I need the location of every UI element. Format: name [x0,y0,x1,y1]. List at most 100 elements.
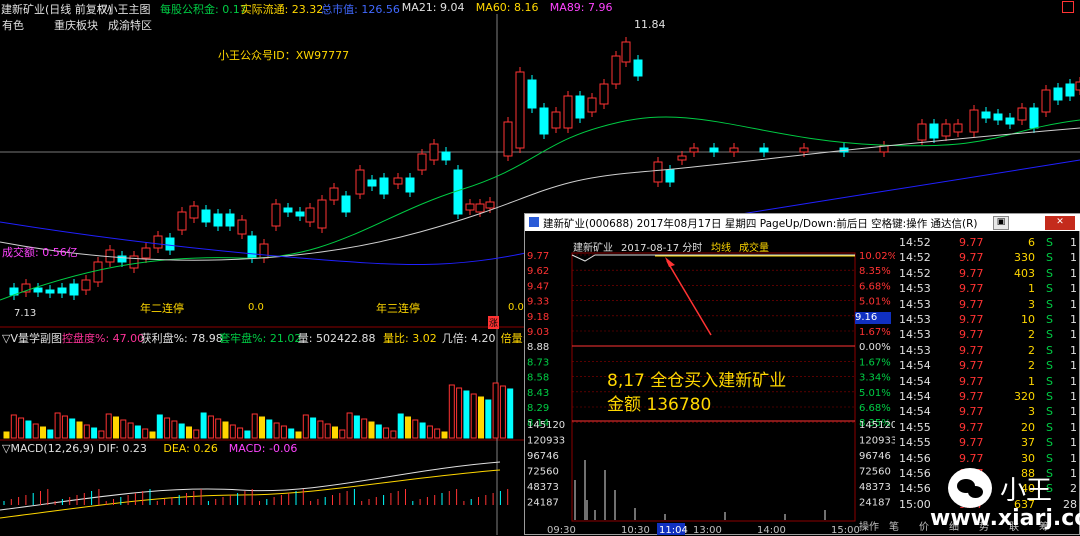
tick-row[interactable]: 14:52 9.77 330 S 1 [897,251,1079,266]
candle [1041,89,1051,113]
candle [317,199,327,229]
candle [153,235,163,249]
volume-bar [499,385,506,439]
candle [759,147,769,153]
volume-tick-label-right: 96746 [859,451,891,462]
bottom-tab[interactable]: 操作 [859,518,879,533]
pct-tick-label: 1.67% [859,327,891,338]
tick-row[interactable]: 14:52 9.77 403 S 1 [897,267,1079,282]
volume-tick-label: 48373 [527,482,559,493]
tag-zone[interactable]: 成渝特区 [108,17,152,33]
tick-row[interactable]: 14:53 9.77 10 S 1 [897,313,1079,328]
volume-bar [69,418,76,439]
candle [953,123,963,133]
candle [271,203,281,227]
candle [177,211,187,231]
tag-region[interactable]: 重庆板块 [54,17,98,33]
tick-row[interactable]: 14:53 9.77 2 S 1 [897,344,1079,359]
tick-cnt: 1 [1070,467,1077,480]
macd-panel-title[interactable]: ▽MACD(12,26,9) [2,442,94,455]
candle [917,123,927,141]
amount-annotation: 金额 136780 [607,395,712,415]
candle [367,179,377,187]
dea-line [0,469,501,519]
volume-tick-label: 145120 [527,420,565,431]
tick-price: 9.77 [959,266,984,280]
tick-vol: 1 [1028,282,1035,296]
candle [33,287,43,293]
candle [587,97,597,113]
price-tick-label: 9.33 [527,297,549,308]
chart-close-icon[interactable] [1062,1,1074,13]
close-icon[interactable]: ✕ [1045,216,1075,230]
tick-vol: 2 [1028,343,1035,357]
volume-tick-label: 24187 [527,498,559,509]
tick-side: S [1046,420,1053,434]
volume-bar [32,423,39,439]
price-tick-label: 8.43 [527,388,549,399]
macd-indicator-0: DIF: 0.23 [98,442,147,455]
candle [393,177,403,185]
candle [563,95,573,129]
tick-price: 9.77 [959,313,984,326]
macd-indicator-1: DEA: 0.26 [163,442,218,455]
candle [405,177,415,193]
header-indicator-5: MA89: 7.96 [549,1,613,14]
header-indicator-4: MA60: 8.16 [475,1,539,14]
volume-bar [324,423,331,439]
current-price-badge: 9.16 [855,312,891,324]
volume-indicator-1: 获利盘%: 78.98 [140,332,223,345]
intraday-avg-line-label: 均线 [711,243,731,254]
bottom-tab[interactable]: 价 [919,518,929,533]
header-indicator-0: 每股公积金: 0.17 [160,3,247,16]
candle [599,83,609,105]
tick-row[interactable]: 14:53 9.77 2 S 1 [897,328,1079,343]
volume-bar [113,416,119,439]
chart-selector[interactable]: ▽小王主图 [98,1,150,17]
tick-row[interactable]: 14:52 9.77 6 S 1 [897,236,1079,251]
volume-bar [383,427,390,439]
volume-bar [25,420,32,439]
tick-row[interactable]: 14:54 9.77 1 S 1 [897,375,1079,390]
tick-price: 9.77 [959,436,984,450]
candle [551,111,561,129]
tick-row[interactable]: 14:54 9.77 2 S 1 [897,359,1079,374]
volume-bar [390,430,397,439]
candle [247,235,257,259]
tick-vol: 1 [1028,374,1035,388]
tick-side: S [1046,313,1053,326]
candle [969,109,979,133]
tick-row[interactable]: 14:54 9.77 3 S 1 [897,405,1079,420]
tick-price: 9.77 [959,405,984,419]
tick-row[interactable]: 14:54 9.77 320 S 1 [897,390,1079,405]
tick-side: S [1046,282,1053,296]
price-tick-label: 9.62 [527,266,549,277]
limit-up-label: 年二连停 [140,302,184,315]
tick-row[interactable]: 14:56 9.77 30 S 1 [897,452,1079,467]
tick-side: S [1046,297,1053,311]
volume-bar [47,429,54,439]
tick-price: 9.77 [959,251,984,265]
volume-panel-title[interactable]: ▽V量学副图 [2,330,62,346]
bottom-tab[interactable]: 笔 [889,518,899,533]
volume-bar [441,431,448,439]
popup-titlebar[interactable]: 建新矿业(000688) 2017年08月17日 星期四 PageUp/Down… [525,214,1080,231]
candle [1029,107,1039,129]
limit-up-value: 0.0 [248,302,264,313]
intraday-popup[interactable]: 建新矿业(000688) 2017年08月17日 星期四 PageUp/Down… [524,213,1080,536]
pct-tick-label: 6.68% [859,281,891,292]
volume-bar [361,418,368,439]
tick-time: 14:54 [899,374,931,388]
tick-cnt: 1 [1070,390,1077,403]
restore-icon[interactable]: ▣ [993,216,1009,230]
volume-bar [412,419,419,439]
tick-row[interactable]: 14:55 9.77 20 S 1 [897,421,1079,436]
tag-sector[interactable]: 有色 [2,17,24,33]
tick-cnt: 1 [1070,343,1077,357]
volume-bar [40,426,46,439]
candle [213,213,223,227]
tick-row[interactable]: 14:53 9.77 3 S 1 [897,298,1079,313]
tick-row[interactable]: 14:53 9.77 1 S 1 [897,282,1079,297]
tick-row[interactable]: 14:55 9.77 37 S 1 [897,436,1079,451]
volume-bar [76,421,83,439]
